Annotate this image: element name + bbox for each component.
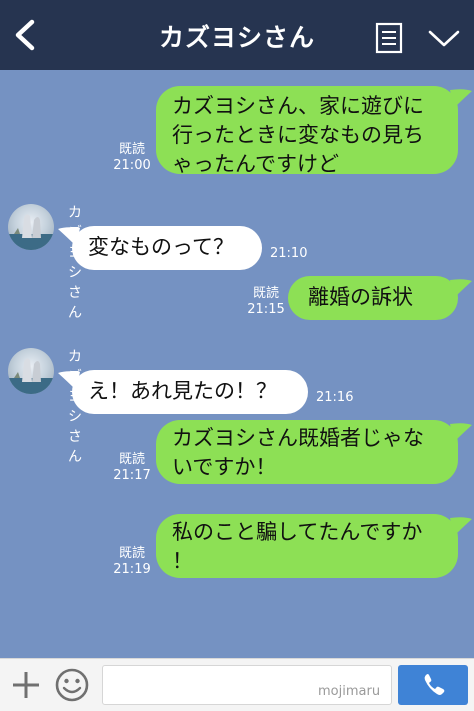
message-time: 21:16: [316, 390, 354, 405]
message-line: カズヨシさん、家に遊びに: [172, 94, 424, 118]
bubble-tail: [450, 423, 472, 442]
message-time: 21:00: [113, 158, 151, 173]
message-bubble[interactable]: 変なものって？: [72, 226, 262, 270]
add-attachment-button[interactable]: [10, 669, 42, 701]
message-line: 変なものって？: [88, 235, 234, 259]
message-line: 離婚の訴状: [308, 285, 413, 309]
read-receipt: 既読: [118, 452, 145, 467]
message-time: 21:17: [113, 468, 151, 483]
message-bubble[interactable]: 私のこと騙してたんですか ！: [156, 514, 458, 578]
watermark-text: mojimaru: [318, 684, 381, 699]
plus-icon: [13, 672, 39, 698]
message-time: 21:19: [113, 562, 151, 577]
input-bar: [0, 658, 474, 711]
note-list-icon: [375, 22, 403, 54]
message-bubble[interactable]: 離婚の訴状: [288, 276, 458, 320]
more-options-button[interactable]: [426, 26, 462, 50]
message-time: 21:15: [247, 302, 285, 317]
message-line: 私のこと騙してたんですか: [172, 520, 423, 544]
note-menu-button[interactable]: [374, 22, 404, 54]
message-bubble[interactable]: カズヨシさん、家に遊びに 行ったときに変なもの見ち ゃったんですけど: [156, 86, 458, 176]
message-line: 行ったときに変なもの見ち: [172, 123, 424, 147]
read-receipt: 既読: [118, 142, 145, 157]
avatar-image: [8, 358, 54, 394]
message-line: いですか！: [172, 455, 277, 479]
message-bubble[interactable]: え！あれ見たの！？: [72, 370, 308, 414]
chat-header: カズヨシさん: [0, 0, 474, 70]
message-line: ゃったんですけど: [172, 152, 339, 176]
call-button[interactable]: [398, 665, 468, 705]
avatar[interactable]: [8, 348, 54, 394]
message-time: 21:10: [270, 246, 308, 261]
emoji-button[interactable]: [54, 667, 90, 703]
read-receipt: 既読: [118, 546, 145, 561]
message-line: カズヨシさん既婚者じゃな: [172, 426, 424, 450]
bubble-tail: [450, 89, 472, 108]
phone-icon: [424, 674, 445, 695]
avatar-image: [8, 214, 54, 250]
message-line: ！: [172, 549, 193, 573]
chevron-down-icon: [428, 30, 460, 47]
read-receipt: 既読: [252, 286, 279, 301]
message-bubble[interactable]: カズヨシさん既婚者じゃな いですか！: [156, 420, 458, 484]
bubble-tail: [450, 279, 472, 298]
bubble-tail: [450, 517, 472, 536]
message-line: え！あれ見たの！？: [88, 379, 277, 403]
smiley-icon: [55, 668, 89, 702]
avatar[interactable]: [8, 204, 54, 250]
